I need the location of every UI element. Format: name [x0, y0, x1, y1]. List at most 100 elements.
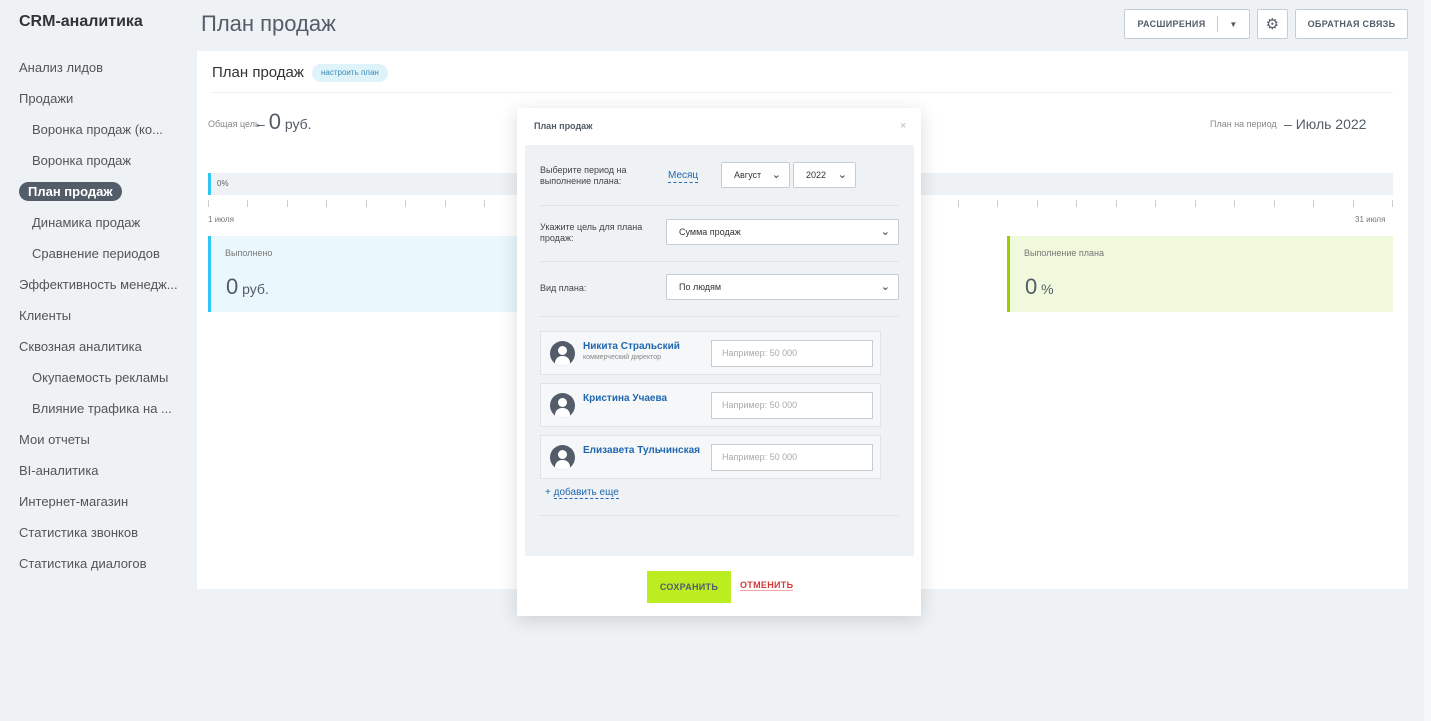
add-more-link[interactable]: + добавить еще	[545, 487, 619, 499]
settings-button[interactable]: ⚙	[1257, 9, 1288, 39]
timeline-tick	[1155, 200, 1157, 207]
user-avatar-icon	[550, 445, 575, 470]
scrollbar[interactable]	[1424, 0, 1431, 721]
add-more-text: добавить еще	[553, 487, 619, 499]
timeline-tick	[444, 200, 446, 207]
sidebar-item[interactable]: Продажи	[0, 83, 190, 114]
done-card: Выполнено 0 руб.	[208, 236, 528, 312]
sidebar-item[interactable]: Интернет-магазин	[0, 486, 190, 517]
page-title: План продаж	[201, 11, 336, 36]
period-dash: –	[1284, 116, 1292, 132]
done-unit: руб.	[242, 281, 269, 297]
timeline-tick	[1392, 200, 1393, 207]
person-role: коммерческий директор	[583, 354, 661, 361]
timeline-tick	[997, 200, 999, 207]
divider	[540, 515, 899, 516]
timeline-tick	[957, 200, 959, 207]
sidebar-item-label: Продажи	[19, 91, 74, 106]
timeline-tick	[208, 200, 209, 207]
sidebar-item-label: План продаж	[19, 182, 122, 201]
sidebar-item[interactable]: Динамика продаж	[0, 207, 190, 238]
person-name[interactable]: Никита Стральский	[583, 341, 680, 352]
plan-execution-unit: %	[1041, 281, 1054, 297]
add-prefix: +	[545, 487, 551, 498]
sidebar-item[interactable]: BI-аналитика	[0, 455, 190, 486]
sidebar-item[interactable]: Эффективность менедж...	[0, 269, 190, 300]
done-amount: 0	[226, 274, 239, 299]
person-row: Елизавета Тульчинская Например: 50 000	[540, 435, 881, 479]
done-value: 0 руб.	[226, 274, 269, 300]
timeline-tick	[1115, 200, 1117, 207]
sidebar-item[interactable]: Анализ лидов	[0, 52, 190, 83]
sidebar-item[interactable]: Мои отчеты	[0, 424, 190, 455]
modal-body: Выберите период на выполнение плана: Мес…	[525, 145, 914, 556]
user-avatar-icon	[550, 393, 575, 418]
goal-value: – 0 руб.	[257, 109, 312, 135]
chevron-down-icon: ⌄	[880, 226, 890, 238]
sidebar-item[interactable]: План продаж	[0, 176, 190, 207]
sidebar-item[interactable]: Сравнение периодов	[0, 238, 190, 269]
configure-plan-button[interactable]: настроить план	[312, 64, 388, 82]
progress-percent: 0%	[217, 179, 229, 188]
period-value: – Июль 2022	[1284, 116, 1366, 132]
cancel-button[interactable]: ОТМЕНИТЬ	[740, 580, 794, 591]
gear-icon: ⚙	[1265, 16, 1280, 33]
sidebar-item[interactable]: Воронка продаж (ко...	[0, 114, 190, 145]
sidebar-item-label: BI-аналитика	[19, 463, 99, 478]
sidebar-item[interactable]: Статистика диалогов	[0, 548, 190, 579]
person-target-input[interactable]: Например: 50 000	[711, 340, 873, 367]
target-select[interactable]: Сумма продаж ⌄	[666, 219, 899, 245]
timeline-tick	[1352, 200, 1354, 207]
plan-execution-amount: 0	[1025, 274, 1038, 299]
progress-fill	[208, 173, 211, 195]
plan-execution-card: Выполнение плана 0 %	[1007, 236, 1393, 312]
month-value: Август	[734, 170, 762, 180]
close-icon[interactable]: ×	[900, 120, 906, 132]
sidebar-item-label: Клиенты	[19, 308, 72, 323]
timeline-tick	[1234, 200, 1236, 207]
timeline-tick	[1313, 200, 1315, 207]
person-name[interactable]: Кристина Учаева	[583, 393, 667, 404]
sidebar-item[interactable]: Воронка продаж	[0, 145, 190, 176]
sidebar-item[interactable]: Клиенты	[0, 300, 190, 331]
timeline-start: 1 июля	[208, 215, 234, 224]
extensions-label: РАСШИРЕНИЯ	[1126, 16, 1219, 32]
extensions-button[interactable]: РАСШИРЕНИЯ ▼	[1124, 9, 1250, 39]
target-value: Сумма продаж	[679, 227, 741, 237]
year-select[interactable]: 2022 ⌄	[793, 162, 856, 188]
plan-type-label: Вид плана:	[540, 283, 587, 293]
month-select[interactable]: Август ⌄	[721, 162, 790, 188]
chevron-down-icon: ⌄	[880, 281, 890, 293]
sales-plan-modal: План продаж × Выберите период на выполне…	[517, 108, 921, 616]
timeline-tick	[326, 200, 328, 207]
sidebar-item[interactable]: Статистика звонков	[0, 517, 190, 548]
goal-unit: руб.	[284, 116, 312, 132]
sidebar-item[interactable]: Окупаемость рекламы	[0, 362, 190, 393]
feedback-button[interactable]: ОБРАТНАЯ СВЯЗЬ	[1295, 9, 1408, 39]
timeline-end: 31 июля	[1355, 215, 1386, 224]
caret-down-icon[interactable]: ▼	[1218, 20, 1248, 29]
person-row: Никита Стральский коммерческий директор На…	[540, 331, 881, 375]
goal-amount: 0	[268, 109, 281, 134]
sidebar-item[interactable]: Сквозная аналитика	[0, 331, 190, 362]
timeline-tick	[405, 200, 407, 207]
sidebar-item-label: Окупаемость рекламы	[32, 370, 169, 385]
plan-type-select[interactable]: По людям ⌄	[666, 274, 899, 300]
timeline-tick	[365, 200, 367, 207]
person-name[interactable]: Елизавета Тульчинская	[583, 445, 700, 456]
goal-label: Общая цель	[208, 119, 260, 129]
person-target-input[interactable]: Например: 50 000	[711, 444, 873, 471]
sidebar-menu: Анализ лидов Продажи Воронка продаж (ко...…	[0, 52, 190, 579]
period-text: Июль 2022	[1295, 116, 1367, 132]
period-type-link[interactable]: Месяц	[668, 170, 699, 183]
sidebar-item-label: Мои отчеты	[19, 432, 90, 447]
year-value: 2022	[806, 170, 827, 180]
person-target-input[interactable]: Например: 50 000	[711, 392, 873, 419]
save-button[interactable]: СОХРАНИТЬ	[647, 571, 731, 603]
user-avatar-icon	[550, 341, 575, 366]
sidebar-item-label: Анализ лидов	[19, 60, 104, 75]
sidebar-item[interactable]: Влияние трафика на ...	[0, 393, 190, 424]
timeline-tick	[1194, 200, 1196, 207]
timeline-tick	[1273, 200, 1275, 207]
sidebar-item-label: Динамика продаж	[32, 215, 141, 230]
